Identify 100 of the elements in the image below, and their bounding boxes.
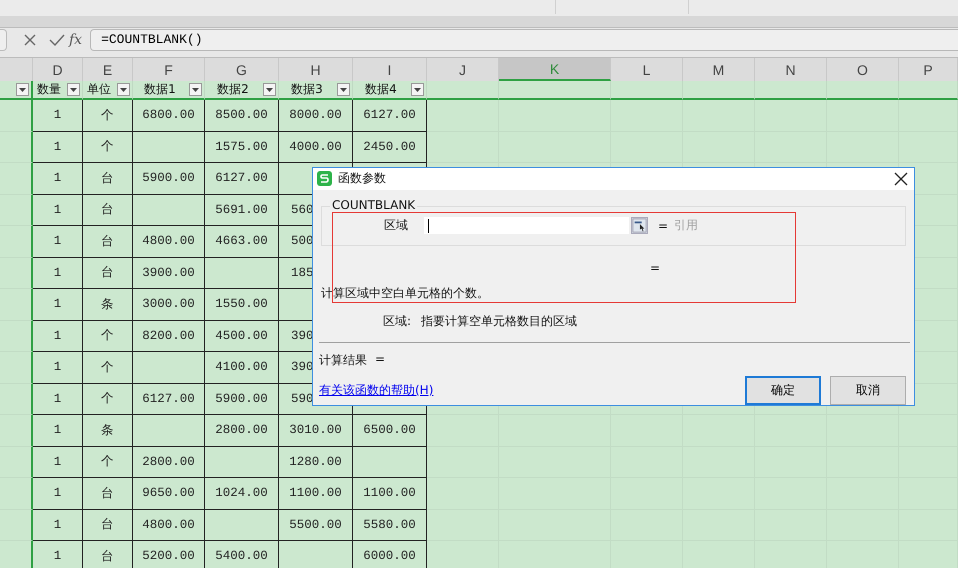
column-header[interactable]: L: [611, 58, 683, 81]
argument-input[interactable]: [424, 217, 629, 234]
column-header[interactable]: N: [755, 58, 827, 81]
column-header[interactable]: M: [683, 58, 755, 81]
header-label: 数据1: [144, 81, 176, 98]
close-icon[interactable]: [894, 172, 908, 186]
table-cell: [755, 100, 827, 132]
equals-sign: =: [650, 260, 660, 275]
filter-button[interactable]: [188, 83, 202, 96]
table-cell: [427, 100, 499, 132]
table-cell: 个: [83, 384, 133, 415]
table-cell: [133, 194, 205, 226]
table-cell: 台: [83, 541, 133, 568]
filter-button[interactable]: [262, 83, 276, 96]
table-cell: 1550.00: [205, 289, 279, 320]
table-cell: 个: [83, 100, 133, 132]
table-cell: 1: [33, 226, 83, 258]
app-logo-icon: [317, 171, 332, 186]
ok-button[interactable]: 确定: [745, 376, 821, 405]
equals-sign: =: [658, 218, 668, 233]
column-header[interactable]: J: [427, 58, 499, 81]
table-cell: [755, 81, 827, 100]
table-cell: [0, 132, 33, 163]
check-icon[interactable]: [49, 34, 65, 46]
table-cell: 5500.00: [279, 510, 353, 541]
equals-sign: =: [375, 352, 386, 368]
table-cell: [0, 446, 33, 478]
table-cell: 1575.00: [205, 132, 279, 163]
caret-icon: [414, 88, 421, 92]
table-cell: 3900.00: [133, 258, 205, 289]
table-cell: [0, 415, 33, 446]
table-cell: 6000.00: [353, 541, 427, 568]
table-cell: [133, 415, 205, 446]
table-cell: 条: [83, 415, 133, 446]
table-cell: 5580.00: [353, 510, 427, 541]
header-label: 数据3: [291, 81, 323, 98]
column-header[interactable]: D: [33, 58, 83, 81]
table-cell: [827, 81, 899, 100]
range-picker-icon[interactable]: [631, 217, 648, 234]
column-header[interactable]: G: [205, 58, 279, 81]
table-cell: 1: [33, 541, 83, 568]
table-cell: [611, 81, 683, 100]
table-cell: 1: [33, 415, 83, 446]
table-cell: 5691.00: [205, 194, 279, 226]
table-cell: 4663.00: [205, 226, 279, 258]
fx-button[interactable]: fx: [69, 32, 82, 48]
column-header[interactable]: I: [353, 58, 427, 81]
table-cell: [0, 258, 33, 289]
table-cell: [427, 510, 499, 541]
table-cell: 条: [83, 289, 133, 320]
column-header[interactable]: P: [899, 58, 958, 81]
filter-button[interactable]: [410, 83, 424, 96]
table-cell: 1: [33, 384, 83, 415]
table-cell: [0, 510, 33, 541]
formula-input[interactable]: =COUNTBLANK(): [90, 28, 958, 50]
table-cell: 个: [83, 352, 133, 384]
table-cell: 4800.00: [133, 226, 205, 258]
table-cell: 5900.00: [133, 163, 205, 194]
filter-button[interactable]: [67, 83, 80, 96]
table-cell: 5400.00: [205, 541, 279, 568]
function-description: 计算区域中空白单元格的个数。: [321, 286, 489, 300]
table-cell: 5200.00: [133, 541, 205, 568]
table-cell: 台: [83, 163, 133, 194]
table-cell: [0, 289, 33, 320]
table-cell: 1: [33, 446, 83, 478]
table-cell: 1024.00: [205, 478, 279, 510]
table-cell: 个: [83, 132, 133, 163]
cancel-icon[interactable]: [23, 32, 37, 46]
table-cell: [0, 320, 33, 352]
table-cell: 1: [33, 478, 83, 510]
table-cell: 1: [33, 163, 83, 194]
header-label: 数量: [37, 81, 61, 98]
table-cell: 4100.00: [205, 352, 279, 384]
column-header[interactable]: E: [83, 58, 133, 81]
table-cell: 1280.00: [279, 446, 353, 478]
column-header[interactable]: H: [279, 58, 353, 81]
table-cell: 8000.00: [279, 100, 353, 132]
argument-label: 区域: [384, 217, 409, 234]
cancel-button[interactable]: 取消: [830, 376, 906, 405]
caret-icon: [266, 88, 273, 92]
column-header[interactable]: O: [827, 58, 899, 81]
table-cell: 9650.00: [133, 478, 205, 510]
table-cell: 台: [83, 478, 133, 510]
header-label: 单位: [87, 81, 111, 98]
table-cell: 5900.00: [205, 384, 279, 415]
filter-button[interactable]: [336, 83, 350, 96]
filter-button[interactable]: [117, 83, 130, 96]
caret-icon: [70, 88, 77, 92]
column-header[interactable]: F: [133, 58, 205, 81]
table-cell: 1: [33, 194, 83, 226]
table-cell: 6800.00: [133, 100, 205, 132]
table-cell: [427, 415, 499, 446]
table-cell: 3000.00: [133, 289, 205, 320]
table-cell: 1: [33, 100, 83, 132]
table-cell: [0, 478, 33, 510]
table-cell: 个: [83, 320, 133, 352]
caret-icon: [192, 88, 199, 92]
table-cell: [0, 163, 33, 194]
table-cell: 2800.00: [133, 446, 205, 478]
filter-button[interactable]: [16, 83, 29, 96]
